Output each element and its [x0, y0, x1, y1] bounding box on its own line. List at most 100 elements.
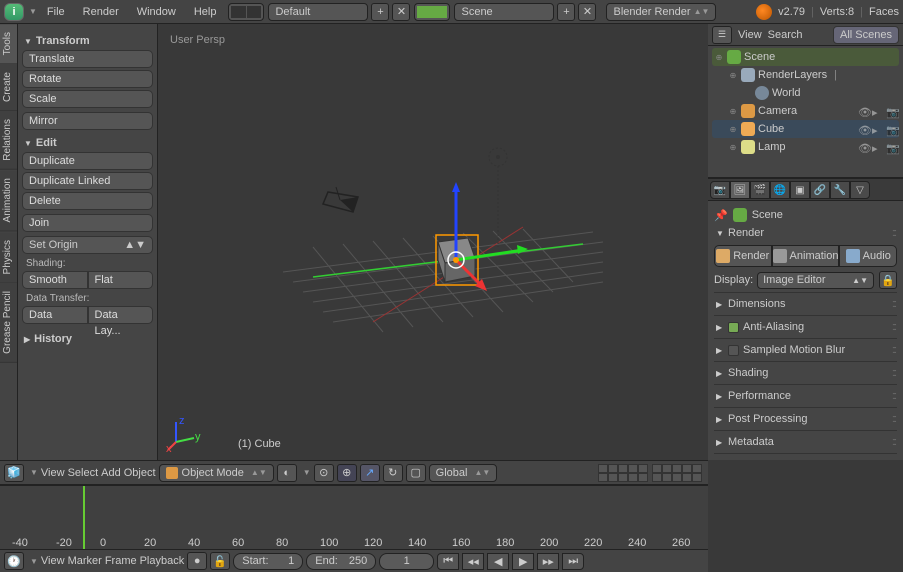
next-key-button[interactable]: ▸▸: [537, 553, 559, 570]
display-selector[interactable]: Image Editor▲▼: [757, 272, 874, 289]
jump-start-button[interactable]: ⏮: [437, 553, 459, 570]
audio-button[interactable]: Audio: [839, 245, 897, 267]
tree-item-cube[interactable]: ⊕Cube👁▸📷: [712, 120, 899, 138]
add-scene-button[interactable]: +: [557, 3, 575, 21]
manipulator-scale-icon[interactable]: ▢: [406, 464, 426, 482]
prop-tab-scene[interactable]: 🎬: [750, 181, 770, 199]
delete-scene-button[interactable]: ✕: [578, 3, 596, 21]
editor-type-icon[interactable]: 🧊: [4, 464, 24, 482]
render-engine-selector[interactable]: Blender Render▲▼: [606, 3, 716, 21]
menu-help[interactable]: Help: [186, 6, 225, 18]
add-layout-button[interactable]: +: [371, 3, 389, 21]
shade-smooth-button[interactable]: Smooth: [22, 271, 88, 289]
delete-layout-button[interactable]: ✕: [392, 3, 410, 21]
screen-layout-icon[interactable]: [228, 3, 264, 21]
panel-output[interactable]: ▶Output:::: [714, 457, 897, 460]
panel-metadata[interactable]: ▶Metadata:::: [714, 434, 897, 450]
tree-item-camera[interactable]: ⊕Camera👁▸📷: [712, 102, 899, 120]
tab-physics[interactable]: Physics: [0, 232, 17, 283]
tl-playback-menu[interactable]: Playback: [140, 555, 185, 567]
play-button[interactable]: ▶: [512, 553, 534, 570]
info-icon[interactable]: i: [4, 3, 24, 21]
animation-button[interactable]: Animation: [772, 245, 840, 267]
menu-file[interactable]: File: [39, 6, 73, 18]
panel-sampled-motion-blur[interactable]: ▶Sampled Motion Blur:::: [714, 342, 897, 358]
timeline-editor-icon[interactable]: 🕐: [4, 552, 24, 570]
mirror-button[interactable]: Mirror: [22, 112, 153, 130]
panel-anti-aliasing[interactable]: ▶Anti-Aliasing:::: [714, 319, 897, 335]
render-panel-header[interactable]: ▼Render:::: [714, 225, 897, 241]
play-reverse-button[interactable]: ◀: [487, 553, 509, 570]
transform-orientation-selector[interactable]: Global▲▼: [429, 464, 498, 482]
duplicate-linked-button[interactable]: Duplicate Linked: [22, 172, 153, 190]
pivot-icon[interactable]: ⊙: [314, 464, 334, 482]
jump-end-button[interactable]: ⏭: [562, 553, 584, 570]
menu-render[interactable]: Render: [75, 6, 127, 18]
tab-grease-pencil[interactable]: Grease Pencil: [0, 283, 17, 363]
panel-post-processing[interactable]: ▶Post Processing:::: [714, 411, 897, 427]
tl-frame-menu[interactable]: Frame: [105, 555, 137, 567]
3d-viewport[interactable]: User Persp: [158, 24, 708, 460]
timeline[interactable]: -40-200204060801001201401601802002202402…: [0, 484, 708, 549]
outliner-filter-selector[interactable]: All Scenes: [833, 26, 899, 44]
delete-button[interactable]: Delete: [22, 192, 153, 210]
join-button[interactable]: Join: [22, 214, 153, 232]
shading-solid-icon[interactable]: ◐: [277, 464, 297, 482]
manipulator-toggle-icon[interactable]: ⊕: [337, 464, 357, 482]
screen-layout-selector[interactable]: Default: [268, 3, 368, 21]
chevron-down-icon[interactable]: ▼: [29, 7, 37, 16]
outliner-editor-icon[interactable]: ☰: [712, 26, 732, 44]
tree-item-world[interactable]: World: [712, 84, 899, 102]
panel-shading[interactable]: ▶Shading:::: [714, 365, 897, 381]
mode-selector[interactable]: Object Mode▲▼: [159, 464, 274, 482]
start-frame-field[interactable]: Start:1: [233, 553, 303, 570]
prev-key-button[interactable]: ◂◂: [462, 553, 484, 570]
manipulator-translate-icon[interactable]: ↗: [360, 464, 380, 482]
history-panel-header[interactable]: ▶History: [22, 330, 153, 348]
render-button[interactable]: Render: [714, 245, 772, 267]
tab-relations[interactable]: Relations: [0, 111, 17, 170]
scene-selector[interactable]: Scene: [454, 3, 554, 21]
tab-animation[interactable]: Animation: [0, 170, 17, 231]
scale-button[interactable]: Scale: [22, 90, 153, 108]
edit-panel-header[interactable]: ▼Edit: [22, 134, 153, 152]
prop-tab-render[interactable]: 📷: [710, 181, 730, 199]
tl-view-menu[interactable]: View: [41, 555, 65, 567]
current-frame-field[interactable]: 1: [379, 553, 434, 570]
manipulator-rotate-icon[interactable]: ↻: [383, 464, 403, 482]
select-menu[interactable]: Select: [68, 467, 99, 479]
tl-marker-menu[interactable]: Marker: [68, 555, 102, 567]
set-origin-button[interactable]: Set Origin▲▼: [22, 236, 153, 254]
add-menu[interactable]: Add: [101, 467, 121, 479]
prop-tab-render-layers[interactable]: 🖼: [730, 181, 750, 199]
rotate-button[interactable]: Rotate: [22, 70, 153, 88]
prop-tab-world[interactable]: 🌐: [770, 181, 790, 199]
lock-icon[interactable]: 🔓: [210, 552, 230, 570]
prop-tab-constraints[interactable]: 🔗: [810, 181, 830, 199]
prop-tab-data[interactable]: ▽: [850, 181, 870, 199]
outliner-tree[interactable]: ⊕Scene⊕RenderLayers|World⊕Camera👁▸📷⊕Cube…: [708, 46, 903, 158]
tree-item-scene[interactable]: ⊕Scene: [712, 48, 899, 66]
layers-widget[interactable]: [596, 464, 704, 482]
duplicate-button[interactable]: Duplicate: [22, 152, 153, 170]
data-button[interactable]: Data: [22, 306, 88, 324]
translate-button[interactable]: Translate: [22, 50, 153, 68]
display-lock-button[interactable]: 🔒: [879, 271, 897, 289]
outliner-view-menu[interactable]: View: [738, 29, 762, 41]
menu-window[interactable]: Window: [129, 6, 184, 18]
auto-keyframe-icon[interactable]: ●: [187, 552, 207, 570]
pin-icon[interactable]: 📌: [714, 209, 728, 222]
tab-create[interactable]: Create: [0, 64, 17, 111]
tab-tools[interactable]: Tools: [0, 24, 17, 64]
panel-performance[interactable]: ▶Performance:::: [714, 388, 897, 404]
object-menu[interactable]: Object: [124, 467, 156, 479]
view-menu[interactable]: View: [41, 467, 65, 479]
tree-item-renderlayers[interactable]: ⊕RenderLayers|: [712, 66, 899, 84]
transform-panel-header[interactable]: ▼Transform: [22, 32, 153, 50]
panel-dimensions[interactable]: ▶Dimensions:::: [714, 296, 897, 312]
prop-tab-object[interactable]: ▣: [790, 181, 810, 199]
shade-flat-button[interactable]: Flat: [88, 271, 154, 289]
scene-icon[interactable]: [414, 3, 450, 21]
end-frame-field[interactable]: End:250: [306, 553, 376, 570]
prop-tab-modifiers[interactable]: 🔧: [830, 181, 850, 199]
